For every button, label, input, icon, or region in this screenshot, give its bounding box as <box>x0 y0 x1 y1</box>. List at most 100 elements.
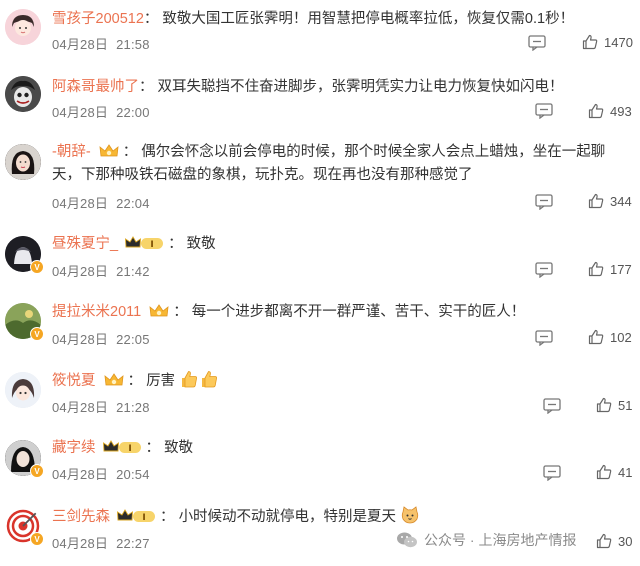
vip-badge-icon: V <box>30 532 44 546</box>
comment-time: 22:05 <box>116 332 150 347</box>
username[interactable]: 提拉米米2011 <box>52 304 141 320</box>
timestamp: 04月28日 22:05 <box>52 329 150 348</box>
vip-badge-icon: V <box>30 464 44 478</box>
level-badge-icon: I <box>125 236 164 250</box>
username[interactable]: 三剑先森 <box>52 509 110 525</box>
username[interactable]: 阿森哥最帅了 <box>52 79 139 95</box>
timestamp: 04月28日 22:00 <box>52 102 150 121</box>
comment-date: 04月28日 <box>52 332 109 347</box>
avatar[interactable] <box>5 372 41 408</box>
svg-text:I: I <box>150 240 153 250</box>
timestamp: 04月28日 20:54 <box>52 464 150 483</box>
like-count: 177 <box>610 261 632 277</box>
comment-icon[interactable] <box>543 398 561 414</box>
comment-icon[interactable] <box>528 35 546 51</box>
avatar-joker-icon <box>5 76 41 112</box>
like-button[interactable]: 344 <box>588 193 632 209</box>
comment-icon[interactable] <box>535 194 553 210</box>
comment-icon[interactable] <box>535 262 553 278</box>
like-count: 51 <box>618 397 633 413</box>
colon: ： <box>173 304 188 320</box>
timestamp: 04月28日 21:58 <box>52 34 150 53</box>
watermark: 公众号 · 上海房地产情报 <box>396 530 576 550</box>
comment-time: 21:58 <box>116 37 150 52</box>
timestamp: 04月28日 22:04 <box>52 193 150 212</box>
colon: ： <box>168 236 183 252</box>
avatar-girl-icon <box>5 9 41 45</box>
comment-date: 04月28日 <box>52 264 109 279</box>
comment-text: 每一个进步都离不开一群严谨、苦干、实干的匠人！ <box>191 304 526 320</box>
wechat-icon <box>397 532 417 548</box>
comment-time: 22:27 <box>116 536 150 551</box>
like-count: 493 <box>610 103 632 119</box>
like-count: 30 <box>618 533 633 549</box>
colon: ： <box>139 79 154 95</box>
comment-text: 致敬 <box>186 236 216 252</box>
like-count: 1470 <box>604 34 633 50</box>
crown-badge-icon <box>104 373 124 386</box>
avatar[interactable] <box>5 144 41 180</box>
like-button[interactable]: 51 <box>596 397 632 413</box>
timestamp: 04月28日 21:42 <box>52 261 150 280</box>
comment-time: 21:28 <box>116 400 150 415</box>
comment-text: 致敬 <box>164 440 194 456</box>
username[interactable]: 藏字续 <box>52 440 96 456</box>
svg-text:I: I <box>142 513 145 523</box>
username[interactable]: 筱悦夏 <box>52 373 96 389</box>
thumbs-up-emoji-icon <box>182 371 198 388</box>
timestamp: 04月28日 22:27 <box>52 533 150 552</box>
comment-time: 22:04 <box>116 196 150 211</box>
thumbs-up-icon <box>596 464 612 480</box>
vip-badge-icon: V <box>30 260 44 274</box>
avatar-anime-girl-icon <box>5 372 41 408</box>
comment-time: 20:54 <box>116 467 150 482</box>
avatar-woman-icon <box>5 144 41 180</box>
level-badge-icon: I <box>102 440 141 454</box>
username[interactable]: 雪孩子200512 <box>52 11 144 27</box>
vip-badge-icon: V <box>30 327 44 341</box>
comment-date: 04月28日 <box>52 467 109 482</box>
like-button[interactable]: 177 <box>588 261 632 277</box>
comment-time: 22:00 <box>116 105 150 120</box>
thumbs-up-icon <box>588 329 604 345</box>
comment-text: 小时候动不动就停电，特别是夏天 <box>178 509 397 525</box>
like-button[interactable]: 102 <box>588 329 632 345</box>
thumbs-up-icon <box>596 397 612 413</box>
like-button[interactable]: 1470 <box>582 34 633 50</box>
username[interactable]: 昼殊夏宁_ <box>52 236 118 252</box>
comment-date: 04月28日 <box>52 196 109 211</box>
crown-badge-icon <box>99 144 119 157</box>
timestamp: 04月28日 21:28 <box>52 397 150 416</box>
comment-text: 致敬大国工匠张霁明！用智慧把停电概率拉低，恢复仅需0.1秒！ <box>162 11 575 27</box>
comment-date: 04月28日 <box>52 400 109 415</box>
comment-icon[interactable] <box>535 103 553 119</box>
comment-icon[interactable] <box>543 465 561 481</box>
like-button[interactable]: 30 <box>596 533 632 549</box>
comment-time: 21:42 <box>116 264 150 279</box>
username[interactable]: -朝辞- <box>52 144 91 160</box>
thumbs-up-icon <box>582 34 598 50</box>
thumbs-up-icon <box>588 103 604 119</box>
comment-date: 04月28日 <box>52 37 109 52</box>
like-count: 102 <box>610 329 632 345</box>
cat-emoji-icon <box>401 506 419 524</box>
colon: ： <box>143 11 159 27</box>
like-button[interactable]: 41 <box>596 464 632 480</box>
colon: ： <box>145 440 161 456</box>
crown-badge-icon <box>149 304 169 317</box>
colon: ： <box>122 144 138 160</box>
avatar[interactable] <box>5 76 41 112</box>
colon: ： <box>127 373 143 389</box>
like-button[interactable]: 493 <box>588 103 632 119</box>
like-count: 344 <box>610 193 632 209</box>
svg-text:I: I <box>128 444 131 454</box>
like-count: 41 <box>618 464 633 480</box>
colon: ： <box>160 509 175 525</box>
thumbs-up-icon <box>588 193 604 209</box>
watermark-text: 公众号 · 上海房地产情报 <box>424 532 577 548</box>
thumbs-up-icon <box>588 261 604 277</box>
thumbs-up-icon <box>596 533 612 549</box>
avatar[interactable] <box>5 9 41 45</box>
comment-icon[interactable] <box>535 330 553 346</box>
comment-text: 厉害 <box>146 373 176 389</box>
